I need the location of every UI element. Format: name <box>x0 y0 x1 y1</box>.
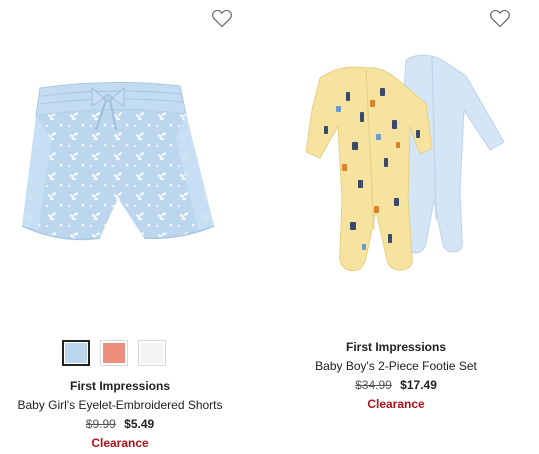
product-info: First Impressions Baby Girl's Eyelet-Emb… <box>0 379 240 451</box>
swatch-white[interactable] <box>138 340 166 366</box>
product-brand: First Impressions <box>345 340 447 354</box>
original-price: $34.99 <box>355 378 392 392</box>
swatch-coral[interactable] <box>100 340 128 366</box>
clearance-badge: Clearance <box>91 436 149 450</box>
product-name-link[interactable]: Baby Boy's 2-Piece Footie Set <box>276 359 516 374</box>
price-row: $34.99 $17.49 <box>276 378 516 393</box>
swatch-color <box>65 343 87 363</box>
wishlist-heart-icon[interactable] <box>488 6 512 30</box>
product-image-eyelet-shorts[interactable] <box>0 30 240 320</box>
product-card: First Impressions Baby Boy's 2-Piece Foo… <box>276 0 516 454</box>
color-swatches <box>62 340 166 366</box>
price-row: $9.99 $5.49 <box>0 417 240 432</box>
swatch-color <box>103 343 125 363</box>
product-image-footie-set[interactable] <box>276 30 516 320</box>
clearance-badge: Clearance <box>367 397 425 411</box>
sale-price: $5.49 <box>124 417 155 431</box>
wishlist-heart-icon[interactable] <box>210 6 234 30</box>
original-price: $9.99 <box>85 417 116 431</box>
product-brand: First Impressions <box>69 379 171 393</box>
product-name-link[interactable]: Baby Girl's Eyelet-Embroidered Shorts <box>0 398 240 413</box>
product-info: First Impressions Baby Boy's 2-Piece Foo… <box>276 340 516 412</box>
swatch-light-blue[interactable] <box>62 340 90 366</box>
swatch-color <box>141 343 163 363</box>
product-card: First Impressions Baby Girl's Eyelet-Emb… <box>0 0 240 454</box>
sale-price: $17.49 <box>400 378 437 392</box>
